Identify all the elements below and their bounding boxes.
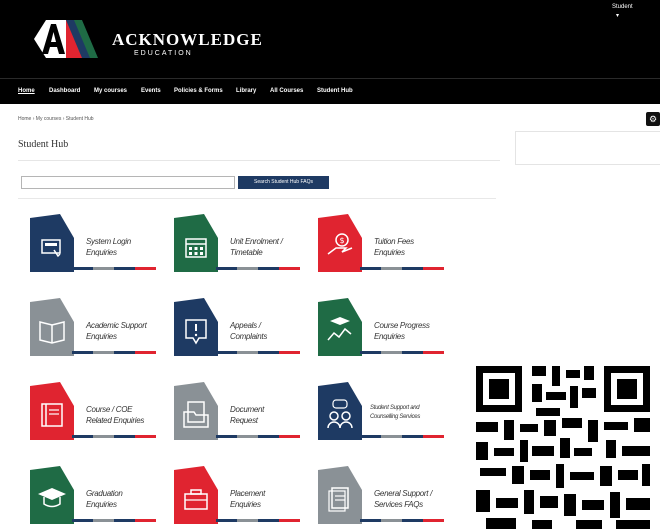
nav-home[interactable]: Home <box>18 88 35 94</box>
hub-tile[interactable]: Document Request <box>174 382 304 442</box>
document-stack-icon <box>318 466 362 524</box>
tile-label: Appeals / Complaints <box>230 320 267 342</box>
hub-tile[interactable]: Placement Enquiries <box>174 466 304 526</box>
open-book-icon <box>30 298 74 356</box>
hub-tile[interactable]: Student Support and Counselling Services <box>318 382 448 442</box>
hub-tile[interactable]: $ Tuition Fees Enquiries <box>318 214 448 274</box>
hub-tile[interactable]: Graduation Enquiries <box>30 466 160 526</box>
document-folder-icon <box>174 382 218 440</box>
breadcrumb[interactable]: Home › My courses › Student Hub <box>18 116 94 122</box>
hub-tile[interactable]: System Login Enquiries <box>30 214 160 274</box>
tile-label-line1: Student Support and <box>370 405 420 411</box>
tile-label-line1: Course / COE <box>86 405 133 414</box>
tile-label-line1: System Login <box>86 237 131 246</box>
svg-text:$: $ <box>340 236 345 245</box>
tile-color-strip <box>216 351 300 354</box>
tile-label: Student Support and Counselling Services <box>370 404 420 422</box>
hub-tile[interactable]: Academic Support Enquiries <box>30 298 160 358</box>
nav-library[interactable]: Library <box>236 88 256 94</box>
acknowledge-logo-icon[interactable] <box>32 18 104 60</box>
hub-tile[interactable]: Appeals / Complaints <box>174 298 304 358</box>
tile-label-line2: Complaints <box>230 332 268 341</box>
user-menu[interactable]: Student <box>612 4 633 10</box>
tile-label: Course / COE Related Enquiries <box>86 404 144 426</box>
tile-label-line2: Services FAQs <box>374 500 423 509</box>
tile-label-line2: Enquiries <box>230 500 261 509</box>
calendar-icon <box>174 214 218 272</box>
tile-label-line2: Related Enquiries <box>86 416 145 425</box>
hub-tile[interactable]: General Support / Services FAQs <box>318 466 448 526</box>
tile-label: Academic Support Enquiries <box>86 320 147 342</box>
tile-color-strip <box>360 351 444 354</box>
course-book-icon <box>30 382 74 440</box>
chevron-down-icon[interactable]: ▾ <box>616 12 619 19</box>
nav-events[interactable]: Events <box>141 88 161 94</box>
people-chat-icon <box>318 382 362 440</box>
tile-label: Unit Enrolment / Timetable <box>230 236 283 258</box>
tile-color-strip <box>360 519 444 522</box>
tile-color-strip <box>72 435 156 438</box>
tile-label-line1: Unit Enrolment / <box>230 237 283 246</box>
tile-label: General Support / Services FAQs <box>374 488 432 510</box>
coin-hand-icon: $ <box>318 214 362 272</box>
nav-all-courses[interactable]: All Courses <box>270 88 303 94</box>
briefcase-icon <box>174 466 218 524</box>
tile-color-strip <box>72 519 156 522</box>
tile-label-line1: Academic Support <box>86 321 147 330</box>
nav-policies-forms[interactable]: Policies & Forms <box>174 88 223 94</box>
nav-dashboard[interactable]: Dashboard <box>49 88 80 94</box>
nav-my-courses[interactable]: My courses <box>94 88 127 94</box>
search-divider <box>18 198 496 199</box>
tile-label-line1: Course Progress <box>374 321 430 330</box>
tile-label-line2: Enquiries <box>86 500 117 509</box>
tile-label-line2: Counselling Services <box>370 414 421 420</box>
tile-label-line2: Request <box>230 416 258 425</box>
tile-label: Placement Enquiries <box>230 488 265 510</box>
tile-label-line1: Tuition Fees <box>374 237 414 246</box>
hub-tile[interactable]: Course Progress Enquiries <box>318 298 448 358</box>
tile-color-strip <box>216 267 300 270</box>
tile-label-line2: Enquiries <box>374 332 405 341</box>
site-header: ACKNOWLEDGE EDUCATION Student ▾ <box>0 0 660 78</box>
brand-name: ACKNOWLEDGE <box>112 30 263 49</box>
progress-chart-icon <box>318 298 362 356</box>
page-title: Student Hub <box>18 139 69 150</box>
tile-label: Tuition Fees Enquiries <box>374 236 414 258</box>
tile-label-line2: Enquiries <box>374 248 405 257</box>
tile-color-strip <box>72 267 156 270</box>
tile-label-line1: Graduation <box>86 489 123 498</box>
tile-label: Course Progress Enquiries <box>374 320 430 342</box>
hub-tile[interactable]: Unit Enrolment / Timetable <box>174 214 304 274</box>
tile-label-line1: Placement <box>230 489 266 498</box>
tile-label: Graduation Enquiries <box>86 488 123 510</box>
hub-tile[interactable]: Course / COE Related Enquiries <box>30 382 160 442</box>
tile-label-line2: Enquiries <box>86 248 117 257</box>
alert-message-icon <box>174 298 218 356</box>
tile-label-line2: Timetable <box>230 248 263 257</box>
tile-color-strip <box>216 519 300 522</box>
monitor-login-icon <box>30 214 74 272</box>
graduation-cap-icon <box>30 466 74 524</box>
tile-color-strip <box>360 267 444 270</box>
tile-label: Document Request <box>230 404 264 426</box>
brand-subtitle: EDUCATION <box>134 50 193 57</box>
search-faqs-button[interactable]: Search Student Hub FAQs <box>238 176 329 189</box>
tile-label-line1: General Support / <box>374 489 433 498</box>
tile-color-strip <box>360 435 444 438</box>
main-nav: Home Dashboard My courses Events Policie… <box>0 78 660 104</box>
tile-color-strip <box>72 351 156 354</box>
tile-label-line2: Enquiries <box>86 332 117 341</box>
side-block <box>515 131 660 165</box>
tile-color-strip <box>216 435 300 438</box>
title-divider <box>18 160 500 161</box>
tile-label-line1: Appeals / <box>230 321 261 330</box>
tile-label-line1: Document <box>230 405 265 414</box>
qr-code-icon <box>466 358 660 529</box>
gear-icon[interactable]: ⚙ <box>646 112 660 126</box>
nav-student-hub[interactable]: Student Hub <box>317 88 353 94</box>
search-input[interactable] <box>21 176 235 189</box>
tile-label: System Login Enquiries <box>86 236 131 258</box>
